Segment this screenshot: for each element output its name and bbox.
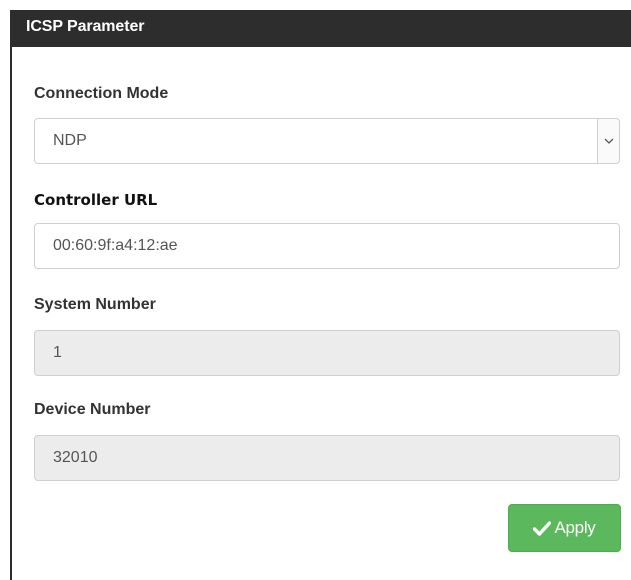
system-number-field: 1	[34, 330, 620, 376]
panel-title: ICSP Parameter	[26, 18, 145, 35]
checkmark-icon	[533, 520, 552, 536]
connection-mode-value: NDP	[53, 132, 87, 149]
chevron-down-icon[interactable]	[597, 119, 619, 163]
controller-url-input[interactable]: 00:60:9f:a4:12:ae	[34, 223, 620, 269]
controller-url-value: 00:60:9f:a4:12:ae	[53, 237, 178, 254]
connection-mode-select[interactable]: NDP	[34, 118, 620, 164]
connection-mode-label: Connection Mode	[34, 85, 169, 102]
controller-url-label: Controller URL	[34, 191, 158, 209]
apply-button[interactable]: Apply	[508, 504, 621, 552]
system-number-value: 1	[53, 344, 62, 361]
apply-button-label: Apply	[554, 518, 596, 537]
device-number-value: 32010	[53, 449, 98, 466]
device-number-field: 32010	[34, 435, 620, 481]
system-number-label: System Number	[34, 296, 156, 313]
icsp-parameter-panel: ICSP Parameter Connection Mode NDP Contr…	[10, 10, 631, 580]
panel-header: ICSP Parameter	[10, 10, 631, 47]
device-number-label: Device Number	[34, 401, 151, 418]
